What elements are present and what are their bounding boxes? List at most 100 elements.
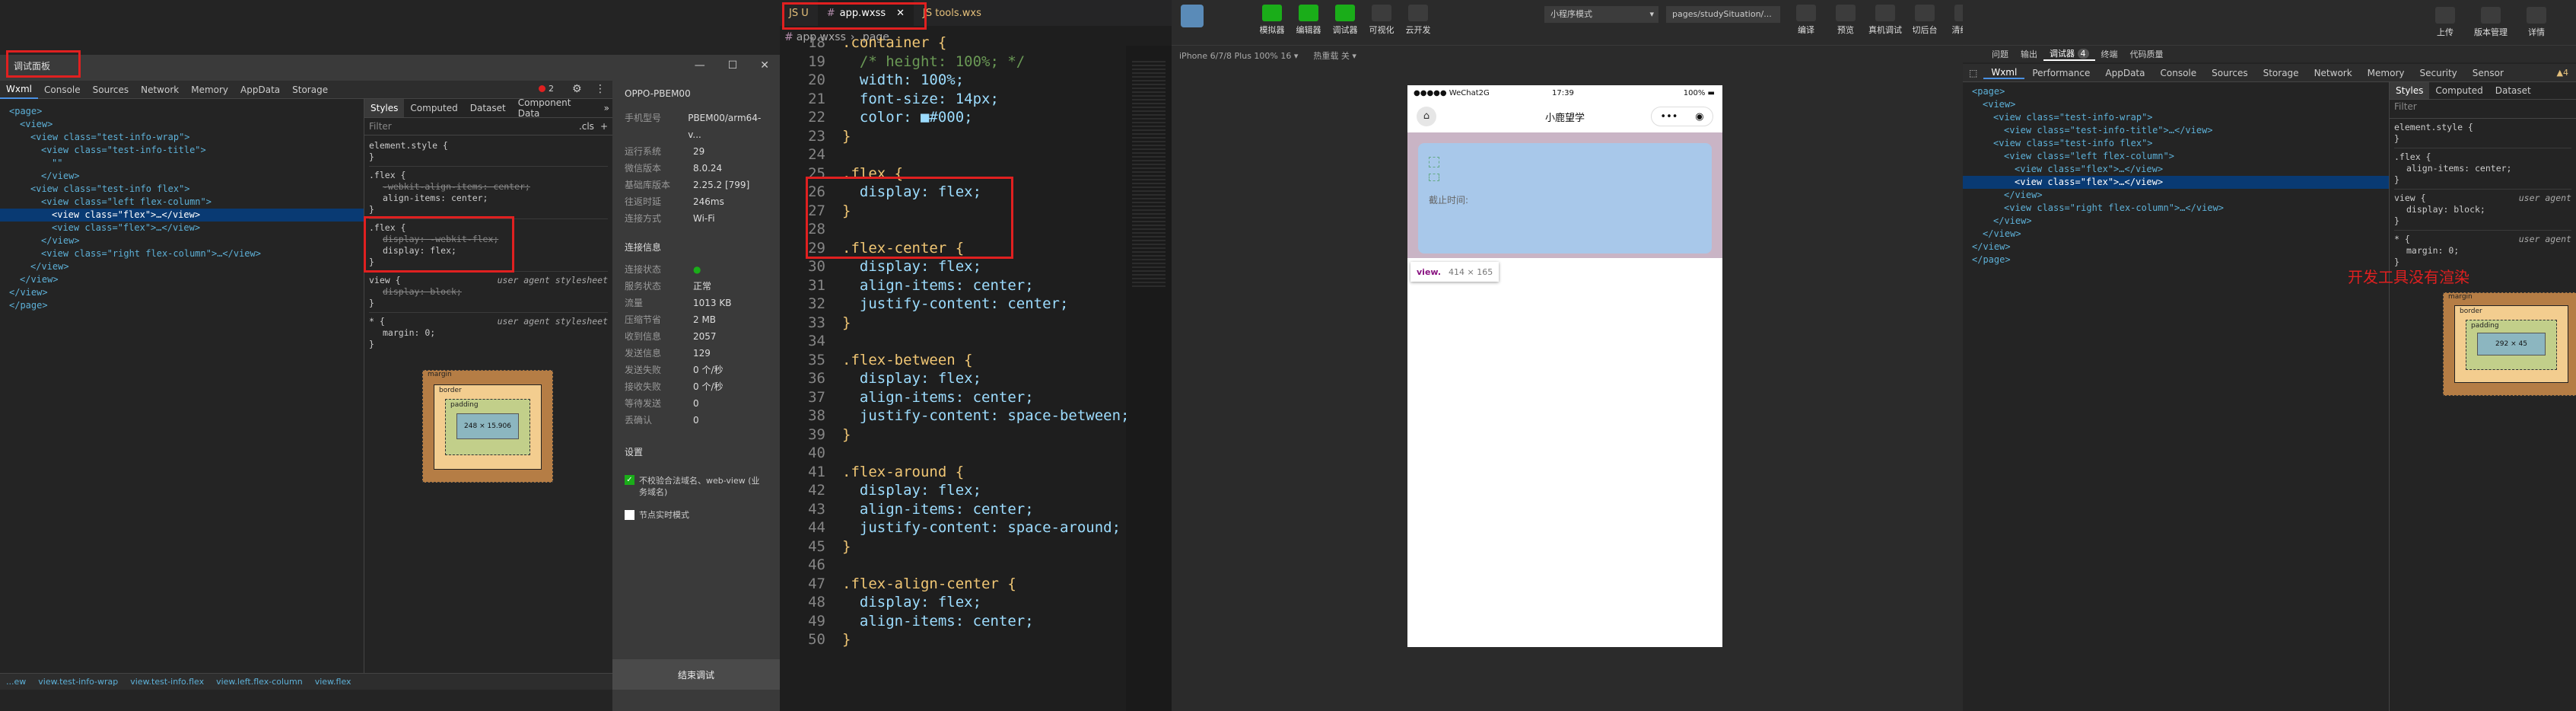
tree-node[interactable]: </view> — [0, 286, 364, 299]
breadcrumb-item[interactable]: view.test-info-wrap — [32, 677, 124, 687]
tree-node[interactable]: <view class="test-info-title">…</view> — [1963, 124, 2389, 137]
code-line[interactable]: 34 — [780, 332, 1130, 351]
devtools-tab[interactable]: Security — [2412, 68, 2464, 78]
devtools-tab[interactable]: Console — [2153, 68, 2205, 78]
tree-node[interactable]: <view class="test-info-wrap"> — [1963, 111, 2389, 124]
more-icon[interactable]: ⋮ — [595, 83, 606, 95]
code-lines[interactable]: 18 .container {19 /* height: 100%; */20 w… — [780, 33, 1130, 649]
tab-wxml[interactable]: Wxml — [0, 80, 38, 99]
avatar[interactable] — [1181, 5, 1204, 27]
code-line[interactable]: 35 .flex-between { — [780, 351, 1130, 370]
warning-count[interactable]: ▲4 — [2557, 68, 2568, 78]
tree-node[interactable]: "" — [0, 157, 364, 170]
tree-node[interactable]: </view> — [1963, 215, 2389, 228]
code-line[interactable]: 50} — [780, 630, 1130, 649]
code-line[interactable]: 20 width: 100%; — [780, 71, 1130, 90]
minimap[interactable] — [1126, 46, 1172, 711]
rule-prop[interactable]: margin: 0; — [2394, 245, 2571, 257]
tree-node[interactable]: <view class="flex">…</view> — [1963, 163, 2389, 176]
checkbox-checked-icon[interactable]: ✓ — [625, 475, 634, 485]
tree-node[interactable]: <view class="left flex-column"> — [0, 196, 364, 209]
filter-input[interactable]: Filter — [2390, 100, 2576, 119]
toolbar-button[interactable]: 调试器 — [1328, 5, 1362, 36]
checkbox-icon[interactable] — [625, 509, 634, 520]
tab-terminal[interactable]: 终端 — [2095, 48, 2124, 60]
rule-prop[interactable]: display: block; — [2394, 204, 2571, 215]
tree-node[interactable]: <page> — [1963, 85, 2389, 98]
code-line[interactable]: 23} — [780, 127, 1130, 146]
end-debug-button[interactable]: 结束调试 — [612, 659, 780, 690]
tree-node[interactable]: <view class="test-info flex"> — [0, 183, 364, 196]
breadcrumb-item[interactable]: view.left.flex-column — [210, 677, 309, 687]
device-select[interactable]: iPhone 6/7/8 Plus 100% 16 ▾ — [1179, 51, 1298, 61]
hot-reload-toggle[interactable]: 热重载 关 ▾ — [1313, 49, 1356, 62]
domain-check-row[interactable]: ✓ 不校验合法域名、web-view (业务域名) — [625, 475, 768, 498]
inspect-icon[interactable]: ⬚ — [1963, 68, 1983, 78]
tab-memory[interactable]: Memory — [185, 81, 234, 98]
tab-network[interactable]: Network — [135, 81, 185, 98]
code-line[interactable]: 30 display: flex; — [780, 257, 1130, 276]
tab-computed[interactable]: Computed — [2429, 85, 2489, 96]
top-action-button[interactable]: 上传 — [2424, 7, 2466, 38]
tree-node[interactable]: </view> — [1963, 241, 2389, 253]
tab-component-data[interactable]: Component Data — [512, 97, 601, 119]
mode-select[interactable]: 小程序模式 ▾ — [1544, 6, 1658, 23]
code-line[interactable]: 22 color: ■#000; — [780, 108, 1130, 127]
tab-output[interactable]: 输出 — [2015, 48, 2043, 60]
tree-node[interactable]: </view> — [0, 234, 364, 247]
breadcrumb-item[interactable]: ...ew — [0, 677, 32, 687]
rule-prop[interactable]: margin: 0; — [369, 327, 608, 339]
rule-prop[interactable]: display: block; — [369, 286, 608, 298]
code-line[interactable]: 44 justify-content: space-around; — [780, 518, 1130, 537]
toolbar-button[interactable]: 编辑器 — [1292, 5, 1325, 36]
code-line[interactable]: 49 align-items: center; — [780, 612, 1130, 631]
close-button[interactable]: ✕ — [760, 59, 769, 72]
tab-problems[interactable]: 问题 — [1986, 48, 2015, 60]
devtools-tab[interactable]: Wxml — [1983, 67, 2025, 79]
tree-node[interactable]: <page> — [0, 105, 364, 118]
filter-input[interactable]: Filter — [369, 121, 579, 132]
code-line[interactable]: 33} — [780, 314, 1130, 333]
devtools-tab[interactable]: Performance — [2024, 68, 2097, 78]
minimize-button[interactable]: — — [695, 59, 705, 72]
top-action-button[interactable]: 版本管理 — [2469, 7, 2512, 38]
tab-appdata[interactable]: AppData — [234, 81, 286, 98]
code-line[interactable]: 19 /* height: 100%; */ — [780, 53, 1130, 72]
tab-debugger[interactable]: 调试器 4 — [2043, 47, 2095, 61]
tab-computed[interactable]: Computed — [404, 103, 463, 113]
page-path-select[interactable]: pages/studySituation/... — [1666, 6, 1780, 23]
code-line[interactable]: 32 justify-content: center; — [780, 295, 1130, 314]
rule-prop[interactable]: align-items: center; — [369, 193, 608, 204]
compile-tool-button[interactable]: 切后台 — [1907, 5, 1943, 36]
cls-toggle[interactable]: .cls — [579, 121, 594, 132]
tree-node[interactable]: <view> — [1963, 98, 2389, 111]
tree-node[interactable]: <view class="flex">…</view> — [0, 209, 364, 222]
devtools-tab[interactable]: Storage — [2256, 68, 2307, 78]
tab-console[interactable]: Console — [38, 81, 87, 98]
tree-node[interactable]: </page> — [0, 299, 364, 312]
code-line[interactable]: 36 display: flex; — [780, 369, 1130, 388]
code-line[interactable]: 37 align-items: center; — [780, 388, 1130, 407]
compile-tool-button[interactable]: 真机调试 — [1867, 5, 1903, 36]
tree-node[interactable]: <view class="left flex-column"> — [1963, 150, 2389, 163]
tree-node[interactable]: </view> — [1963, 189, 2389, 202]
code-line[interactable]: 40 — [780, 444, 1130, 463]
breadcrumb-item[interactable]: view.test-info.flex — [124, 677, 210, 687]
rule-prop[interactable]: align-items: center; — [2394, 163, 2571, 174]
tree-node[interactable]: </view> — [0, 170, 364, 183]
breadcrumb-item[interactable]: view.flex — [309, 677, 358, 687]
top-action-button[interactable]: 详情 — [2515, 7, 2558, 38]
tab-code-quality[interactable]: 代码质量 — [2124, 48, 2170, 60]
tree-node[interactable]: <view> — [0, 118, 364, 131]
chevron-right-icon[interactable]: » — [601, 103, 612, 113]
tab-dataset[interactable]: Dataset — [2489, 85, 2537, 96]
code-line[interactable]: 38 justify-content: space-between; — [780, 407, 1130, 426]
code-line[interactable]: 46 — [780, 556, 1130, 575]
code-line[interactable]: 45} — [780, 537, 1130, 556]
tree-node[interactable]: <view class="right flex-column">…</view> — [0, 247, 364, 260]
tree-node[interactable]: <view class="flex">…</view> — [0, 222, 364, 234]
tab-storage[interactable]: Storage — [286, 81, 334, 98]
tree-node[interactable]: </view> — [1963, 228, 2389, 241]
tree-node[interactable]: <view class="right flex-column">…</view> — [1963, 202, 2389, 215]
compile-tool-button[interactable]: 预览 — [1827, 5, 1864, 36]
